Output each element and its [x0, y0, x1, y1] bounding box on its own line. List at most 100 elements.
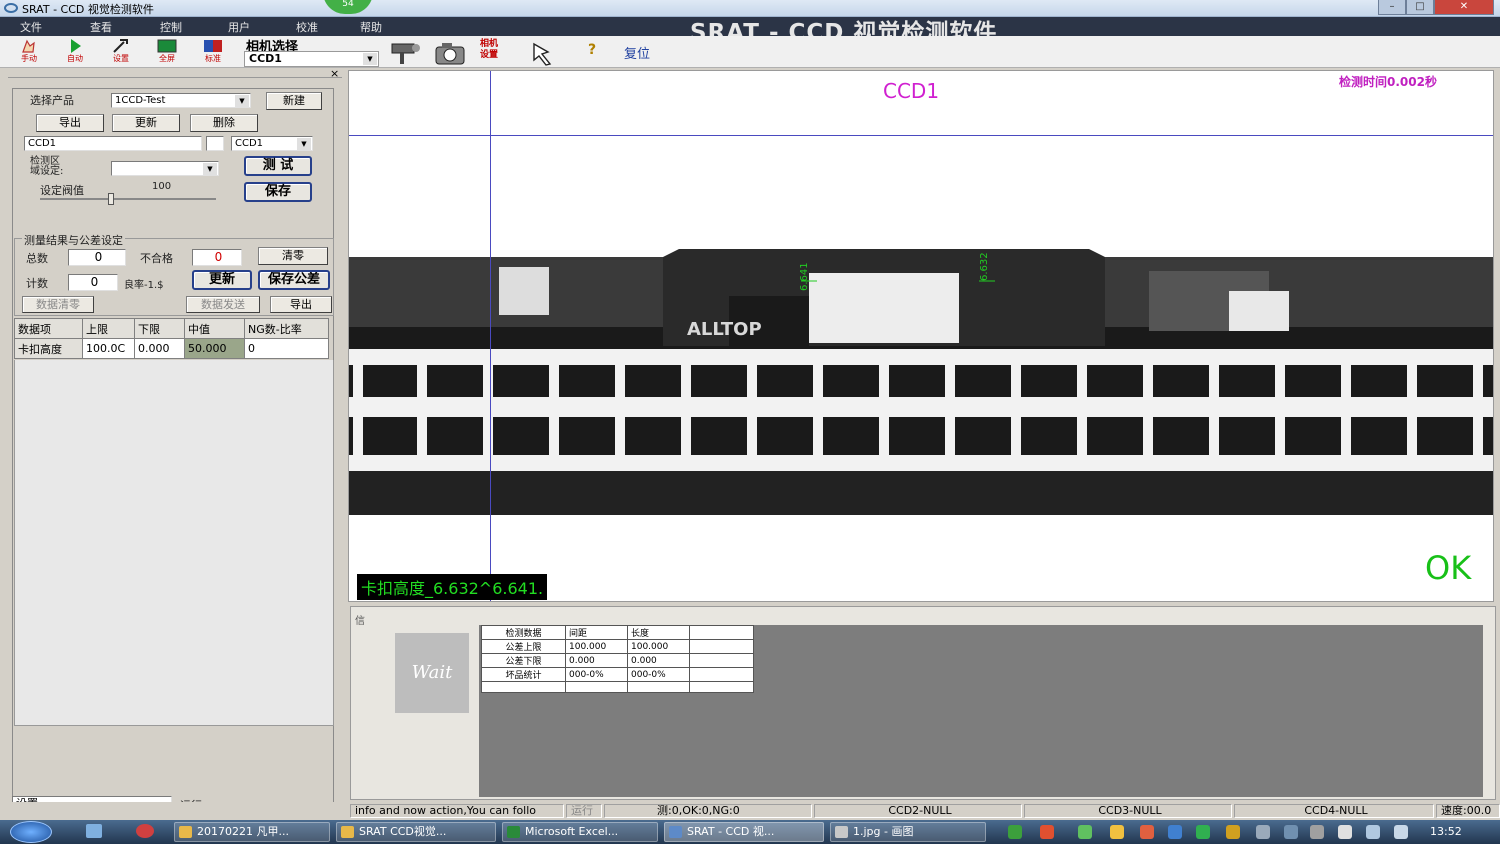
- menu-file[interactable]: 文件: [20, 19, 42, 35]
- task-item-active[interactable]: SRAT - CCD 视...: [664, 822, 824, 842]
- tray-flag-icon[interactable]: [1284, 825, 1298, 839]
- detect-area-select[interactable]: ▼: [111, 161, 219, 176]
- save-tolerance-button[interactable]: 保存公差: [258, 270, 330, 290]
- grid-cell[interactable]: 50.000: [184, 338, 245, 359]
- brand-text: ALLTOP: [687, 319, 762, 340]
- tray-device-icon[interactable]: [1310, 825, 1324, 839]
- menu-help[interactable]: 帮助: [360, 19, 382, 35]
- manual-button[interactable]: 手动: [10, 38, 48, 66]
- camera-mount-icon: [391, 43, 420, 64]
- table-row: [481, 681, 754, 693]
- grid-cell[interactable]: 0.000: [134, 338, 185, 359]
- menu-user[interactable]: 用户: [228, 19, 250, 35]
- task-label: SRAT - CCD 视...: [687, 825, 775, 838]
- product-label: 选择产品: [30, 94, 74, 107]
- task-item[interactable]: 20170221 凡甲...: [174, 822, 330, 842]
- auto-button[interactable]: 自动: [56, 38, 94, 66]
- detect-time: 检测时间0.002秒: [1339, 75, 1437, 89]
- status-speed: 速度:00.0: [1436, 804, 1500, 818]
- count-field: 0: [68, 274, 118, 291]
- new-button[interactable]: 新建: [266, 92, 322, 110]
- table-cell: [689, 653, 754, 668]
- task-item[interactable]: 1.jpg - 画图: [830, 822, 986, 842]
- hand-cursor-icon: [533, 42, 552, 66]
- camera-button[interactable]: [432, 40, 472, 66]
- product-select[interactable]: 1CCD-Test ▼: [111, 93, 251, 108]
- reset-button[interactable]: 复位: [624, 43, 650, 62]
- settings-button[interactable]: 设置: [102, 38, 140, 66]
- threshold-slider-thumb[interactable]: [108, 193, 114, 205]
- help-icon[interactable]: ?: [588, 42, 596, 58]
- ng-label: 不合格: [140, 252, 173, 265]
- tray-display-icon[interactable]: [1256, 825, 1270, 839]
- data-clear-button[interactable]: 数据清零: [22, 296, 94, 313]
- menu-view[interactable]: 查看: [90, 19, 112, 35]
- total-label: 总数: [26, 252, 48, 265]
- tray-qq-icon[interactable]: [1110, 825, 1124, 839]
- clock[interactable]: 13:52: [1430, 825, 1462, 838]
- threshold-slider-track[interactable]: [40, 198, 216, 200]
- tray-sync-icon[interactable]: [1168, 825, 1182, 839]
- quick-launch-icon[interactable]: [136, 824, 154, 838]
- export-button[interactable]: 导出: [36, 114, 104, 132]
- tray-signal-icon[interactable]: [1366, 825, 1380, 839]
- tray-app-icon[interactable]: [1140, 825, 1154, 839]
- explorer-icon[interactable]: [86, 824, 102, 838]
- tray-printer-icon[interactable]: [1338, 825, 1352, 839]
- fullscreen-button[interactable]: 全屏: [148, 38, 186, 66]
- table-row[interactable]: 卡扣高度 100.0C 0.000 50.000 0: [14, 338, 329, 359]
- start-button[interactable]: [10, 821, 52, 843]
- status-ccd1: 测:0,OK:0,NG:0: [604, 804, 812, 818]
- data-send-button[interactable]: 数据发送: [186, 296, 260, 313]
- grid-header-cell: NG数-比率: [244, 318, 329, 339]
- play-icon: [71, 39, 81, 53]
- save-button[interactable]: 保存: [244, 182, 312, 202]
- table-cell: 000-0%: [565, 667, 628, 682]
- minimize-button[interactable]: –: [1378, 0, 1406, 15]
- clear-button[interactable]: 清零: [258, 247, 328, 265]
- pointer-tool-button[interactable]: [528, 40, 570, 66]
- window-title: SRAT - CCD 视觉检测软件: [22, 3, 154, 16]
- test-button[interactable]: 测 试: [244, 156, 312, 176]
- task-item[interactable]: Microsoft Excel...: [502, 822, 658, 842]
- tray-input-icon[interactable]: [1040, 825, 1054, 839]
- tray-shield-icon[interactable]: [1196, 825, 1210, 839]
- task-item[interactable]: SRAT CCD视觉...: [336, 822, 496, 842]
- table-cell: 间距: [565, 625, 628, 640]
- measurement-group-title: 测量结果与公差设定: [22, 232, 125, 248]
- table-cell: [689, 681, 754, 693]
- grid-cell[interactable]: 100.0C: [82, 338, 135, 359]
- camera-select[interactable]: CCD1 ▼: [244, 51, 379, 67]
- fullscreen-icon: [157, 39, 177, 53]
- tools-icon: [113, 39, 128, 53]
- product-value: 1CCD-Test: [115, 95, 166, 106]
- ccd-name-field[interactable]: CCD1: [24, 136, 202, 151]
- export-data-button[interactable]: 导出: [270, 296, 332, 313]
- update-button[interactable]: 更新: [112, 114, 180, 132]
- update-tolerance-button[interactable]: 更新: [192, 270, 252, 290]
- grid-header-cell: 下限: [134, 318, 185, 339]
- ccd-spinner[interactable]: [206, 136, 224, 151]
- camera-view[interactable]: ALLTOP 6.641 6.632 CCD1 检测时间0.002秒 OK 卡扣…: [348, 70, 1494, 602]
- tray-battery-icon[interactable]: [1078, 825, 1092, 839]
- ccd-select[interactable]: CCD1 ▼: [231, 136, 313, 151]
- fullscreen-label: 全屏: [159, 54, 175, 63]
- close-button[interactable]: ✕: [1434, 0, 1494, 15]
- grid-header-row: 数据项 上限 下限 中值 NG数-比率: [14, 318, 329, 339]
- camera-mount-button[interactable]: [388, 40, 424, 66]
- grid-cell[interactable]: 卡扣高度: [14, 338, 83, 359]
- delete-button[interactable]: 删除: [190, 114, 258, 132]
- camera-title: CCD1: [883, 79, 940, 103]
- grid-cell[interactable]: 0: [244, 338, 329, 359]
- menu-calibrate[interactable]: 校准: [296, 19, 318, 35]
- menu-control[interactable]: 控制: [160, 19, 182, 35]
- maximize-button[interactable]: □: [1406, 0, 1434, 15]
- results-tab[interactable]: 信: [355, 612, 365, 627]
- data-grid[interactable]: 数据项 上限 下限 中值 NG数-比率 卡扣高度 100.0C 0.000 50…: [14, 318, 334, 359]
- tray-volume-icon[interactable]: [1394, 825, 1408, 839]
- camera-settings-button[interactable]: 相机 设置: [480, 39, 516, 67]
- standard-button[interactable]: 标准: [194, 38, 232, 66]
- tray-network-icon[interactable]: [1008, 825, 1022, 839]
- close-icon[interactable]: ×: [330, 67, 339, 80]
- tray-security-icon[interactable]: [1226, 825, 1240, 839]
